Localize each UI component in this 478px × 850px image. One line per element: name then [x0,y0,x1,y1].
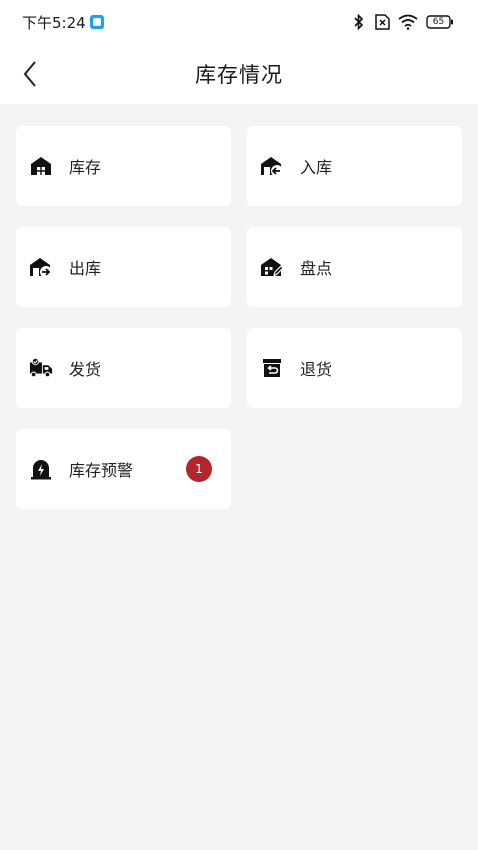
battery-level: 65 [432,17,445,27]
menu-item-label: 库存预警 [69,461,134,480]
bluetooth-icon [354,14,364,30]
menu-item-inventory[interactable]: 库存 [16,126,231,206]
menu-item-label: 出库 [69,259,102,278]
menu-item-label: 库存 [69,158,102,177]
menu-item-label: 入库 [300,158,333,177]
menu-item-stock-alert[interactable]: 库存预警 1 [16,429,231,509]
status-left: 下午5:24 [22,12,104,33]
chevron-left-icon [23,61,36,87]
menu-item-label: 退货 [300,360,333,379]
menu-item-label: 发货 [69,360,102,379]
status-time: 下午5:24 [22,13,86,32]
status-right: 65 [354,14,454,30]
return-box-icon [260,356,284,380]
sim-off-icon [372,14,390,30]
inventory-check-icon [260,255,284,279]
battery-icon: 65 [426,15,454,29]
alert-warehouse-icon [29,457,53,481]
menu-item-stock-out[interactable]: 出库 [16,227,231,307]
menu-item-returns[interactable]: 退货 [247,328,462,408]
menu-item-stock-in[interactable]: 入库 [247,126,462,206]
delivery-truck-icon [29,356,53,380]
status-bar: 下午5:24 65 [0,0,478,44]
nav-bar: 库存情况 [0,44,478,104]
back-button[interactable] [12,54,48,94]
wifi-icon [398,14,418,30]
app-notification-icon [89,15,104,29]
notification-badge: 1 [186,456,212,482]
menu-item-stocktake[interactable]: 盘点 [247,227,462,307]
warehouse-icon [29,154,53,178]
warehouse-out-icon [29,255,53,279]
menu-item-shipping[interactable]: 发货 [16,328,231,408]
warehouse-in-icon [260,154,284,178]
page-title: 库存情况 [195,63,283,87]
menu-item-label: 盘点 [300,259,333,278]
